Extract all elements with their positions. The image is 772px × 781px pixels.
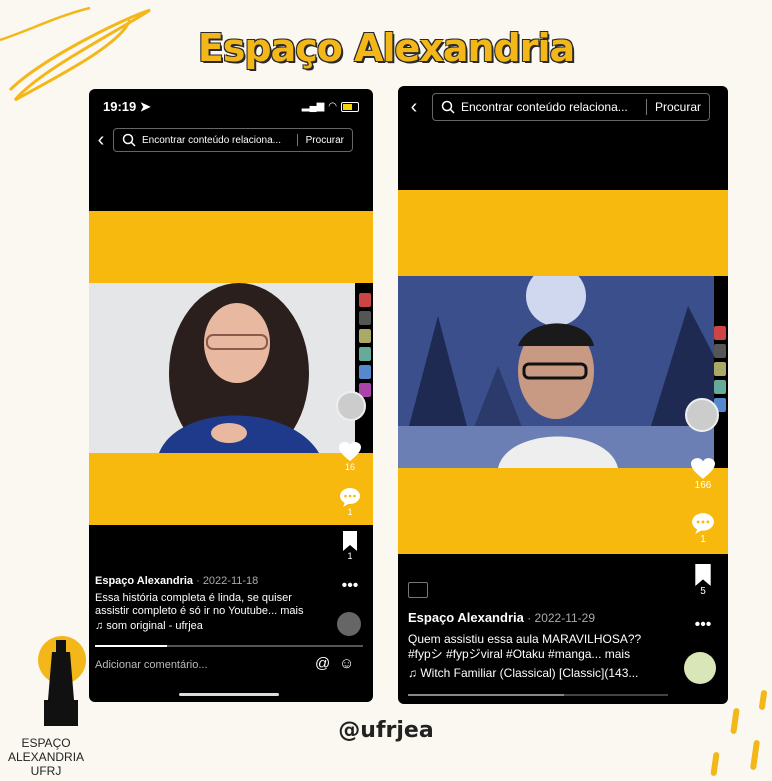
decor-dash <box>749 739 761 771</box>
search-icon <box>122 133 136 147</box>
emoji-icon[interactable]: ☺ <box>339 655 354 672</box>
yellow-band-bottom <box>89 453 373 525</box>
logo-text: ESPAÇO ALEXANDRIA UFRJ <box>8 736 85 778</box>
video-frame[interactable] <box>398 276 714 468</box>
caption-line-2[interactable]: assistir completo é só ir no Youtube... … <box>95 605 331 618</box>
video-thumbnail <box>89 283 355 453</box>
bookmark-button[interactable]: 1 <box>337 531 363 561</box>
progress-bar[interactable] <box>408 694 668 696</box>
social-handle: @ufrjea <box>338 718 434 743</box>
search-bar: ‹ Encontrar conteúdo relaciona... Procur… <box>89 127 373 153</box>
search-bar: ‹ Encontrar conteúdo relaciona... Procur… <box>402 92 724 122</box>
bookmark-button[interactable]: 5 <box>688 564 718 597</box>
comment-button[interactable]: 1 <box>337 487 363 517</box>
like-button[interactable]: 16 <box>337 442 363 472</box>
bookmark-count: 5 <box>700 586 706 597</box>
video-frame[interactable] <box>89 283 355 453</box>
search-icon <box>441 100 455 114</box>
participant-rail <box>359 293 371 397</box>
mention-icon[interactable]: @ <box>315 655 330 672</box>
signal-icon: ▂▄▆ <box>301 101 325 112</box>
status-time: 19:19 ➤ <box>103 99 151 114</box>
phone-screenshot-left: 19:19 ➤ ▂▄▆ ◠ ‹ Encontrar conteúdo relac… <box>89 89 373 702</box>
comment-count: 1 <box>347 507 353 517</box>
comment-button[interactable]: 1 <box>688 512 718 545</box>
search-input[interactable]: Encontrar conteúdo relaciona... Procurar <box>432 93 710 121</box>
post-author[interactable]: Espaço Alexandria <box>95 575 193 587</box>
comment-input[interactable]: Adicionar comentário... <box>95 659 208 671</box>
progress-bar[interactable] <box>95 645 363 647</box>
like-count: 166 <box>694 480 712 491</box>
bookmark-icon <box>343 531 357 551</box>
battery-icon <box>341 101 359 112</box>
sound-info[interactable]: ♫ som original - ufrjea <box>95 620 331 633</box>
search-placeholder: Encontrar conteúdo relaciona... <box>142 134 281 146</box>
progress-fill <box>95 645 168 647</box>
yellow-band-top <box>398 190 728 276</box>
heart-icon <box>339 442 361 461</box>
participant-rail <box>714 326 726 412</box>
more-options-icon[interactable]: ••• <box>337 577 363 595</box>
comment-icon <box>692 513 714 534</box>
search-placeholder: Encontrar conteúdo relaciona... <box>461 100 628 114</box>
phone-screenshot-right: ‹ Encontrar conteúdo relaciona... Procur… <box>398 86 728 704</box>
sound-info[interactable]: ♫ Witch Familiar (Classical) [Classic](1… <box>408 666 678 681</box>
author-avatar[interactable] <box>685 398 719 432</box>
location-arrow-icon: ➤ <box>139 99 151 114</box>
video-caption: Espaço Alexandria · 2022-11-29 Quem assi… <box>408 610 678 681</box>
author-avatar[interactable] <box>336 391 366 421</box>
home-indicator <box>179 693 279 696</box>
comment-count: 1 <box>700 534 706 545</box>
comment-icon <box>340 488 360 507</box>
caption-line-1: Essa história completa é linda, se quise… <box>95 592 292 604</box>
video-caption: Espaço Alexandria · 2022-11-18 Essa hist… <box>95 575 331 633</box>
lighthouse-logo-icon <box>38 636 86 726</box>
progress-fill <box>408 694 564 696</box>
wifi-icon: ◠ <box>328 101 337 112</box>
page-title: Espaço Alexandria <box>197 26 575 70</box>
decor-dash <box>710 751 720 777</box>
caption-line-1: Quem assistiu essa aula MARAVILHOSA?? <box>408 632 642 646</box>
sound-disc-icon[interactable] <box>337 612 361 636</box>
bookmark-icon <box>695 564 711 586</box>
yellow-band-bottom <box>398 468 728 554</box>
caption-line-2[interactable]: #fypシ #fypジviral #Otaku #manga... mais <box>408 647 678 662</box>
post-author[interactable]: Espaço Alexandria <box>408 610 524 625</box>
status-icons: ▂▄▆ ◠ <box>302 101 359 112</box>
sound-disc-icon[interactable] <box>684 652 716 684</box>
decor-dash <box>758 689 768 711</box>
like-count: 16 <box>344 462 355 472</box>
more-options-icon[interactable]: ••• <box>688 616 718 634</box>
search-input[interactable]: Encontrar conteúdo relaciona... Procurar <box>113 128 353 152</box>
heart-icon <box>691 458 715 479</box>
captions-icon[interactable] <box>408 582 428 598</box>
back-icon[interactable]: ‹ <box>89 129 113 152</box>
video-thumbnail <box>398 276 714 468</box>
search-button[interactable]: Procurar <box>647 100 709 114</box>
post-date: · 2022-11-29 <box>527 611 596 625</box>
post-date: · 2022-11-18 <box>196 575 259 587</box>
search-button[interactable]: Procurar <box>298 135 352 146</box>
back-icon[interactable]: ‹ <box>402 96 426 119</box>
bookmark-count: 1 <box>347 551 353 561</box>
like-button[interactable]: 166 <box>688 458 718 491</box>
yellow-band-top <box>89 211 373 283</box>
